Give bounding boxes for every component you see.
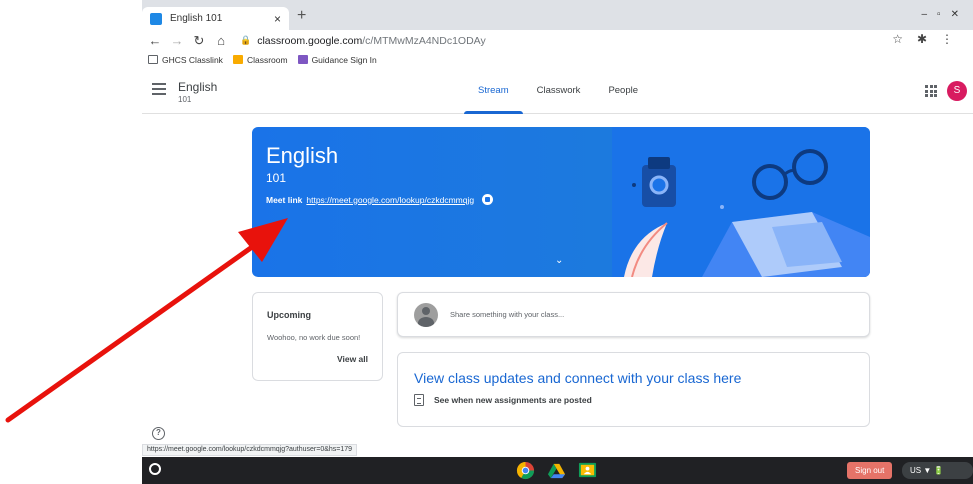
meet-link[interactable]: https://meet.google.com/lookup/czkdcmmqj… — [306, 195, 474, 205]
share-box[interactable]: Share something with your class... — [397, 292, 870, 337]
menu-icon[interactable] — [152, 83, 166, 95]
classroom-header: English 101 Stream Classwork People S — [142, 68, 973, 114]
forward-icon[interactable]: → — [168, 33, 186, 48]
meet-label: Meet link — [266, 194, 303, 205]
home-icon[interactable]: ⌂ — [212, 33, 230, 48]
bookmark-label: Guidance Sign In — [311, 54, 377, 65]
new-tab-icon[interactable]: + — [297, 7, 306, 25]
sign-out-button[interactable]: Sign out — [847, 462, 893, 479]
chevron-down-icon[interactable]: ⌄ — [555, 255, 563, 266]
bookmark-label: Classroom — [246, 54, 288, 65]
reload-icon[interactable]: ↻ — [190, 33, 208, 49]
video-call-icon[interactable] — [482, 194, 494, 205]
banner-subtitle: 101 — [266, 171, 287, 185]
address-bar[interactable]: 🔒 classroom.google.com /c/MTMwMzA4NDc1OD… — [240, 32, 486, 50]
close-tab-icon[interactable]: × — [274, 12, 281, 26]
bookmark-guidance[interactable]: Guidance Sign In — [297, 54, 377, 65]
bookmarks-bar: GHCS Classlink Classroom Guidance Sign I… — [142, 51, 973, 68]
course-banner: English 101 Meet link https://meet.googl… — [252, 127, 870, 277]
lock-icon: 🔒 — [240, 35, 252, 45]
browser-tab[interactable]: English 101 × — [142, 7, 289, 30]
chromeos-shelf: Sign out US ▼ 🔋 10:25 — [142, 457, 973, 484]
shelf-apps — [516, 461, 597, 480]
upcoming-body: Woohoo, no work due soon! — [267, 333, 361, 342]
link-status-bar: https://meet.google.com/lookup/czkdcmmqj… — [142, 444, 358, 456]
bookmark-ghcs-classlink[interactable]: GHCS Classlink — [148, 55, 223, 65]
updates-item: See when new assignments are posted — [414, 394, 592, 406]
class-updates-card: View class updates and connect with your… — [397, 352, 870, 427]
drive-icon[interactable] — [547, 461, 566, 480]
upcoming-title: Upcoming — [267, 310, 311, 320]
bookmark-label: GHCS Classlink — [162, 54, 223, 65]
browser-chrome: English 101 × + –▫✕ ← → ↻ ⌂ 🔒 classroom.… — [142, 0, 973, 68]
url-host: classroom.google.com — [257, 34, 363, 47]
back-icon[interactable]: ← — [146, 33, 164, 48]
course-title[interactable]: English — [178, 80, 217, 94]
launcher-icon[interactable] — [149, 463, 161, 475]
tab-title: English 101 — [170, 13, 223, 24]
window-controls[interactable]: –▫✕ — [922, 9, 970, 20]
banner-illustration — [612, 127, 870, 277]
url-path: /c/MTMwMzA4NDc1ODAy — [362, 34, 486, 47]
toolbar-right-icons[interactable]: ☆✱⋮ — [892, 32, 967, 46]
updates-item-label: See when new assignments are posted — [434, 395, 592, 405]
bookmark-classroom[interactable]: Classroom — [232, 54, 288, 65]
system-tray[interactable]: US ▼ 🔋 10:25 — [902, 462, 973, 484]
classroom-favicon-icon — [150, 12, 162, 25]
course-nav-tabs: Stream Classwork People — [464, 68, 652, 114]
folder-icon — [148, 55, 158, 64]
tab-people[interactable]: People — [594, 68, 652, 114]
browser-toolbar: ← → ↻ ⌂ 🔒 classroom.google.com /c/MTMwMz… — [142, 30, 973, 51]
tab-stream[interactable]: Stream — [464, 68, 523, 114]
meet-link-row: Meet link https://meet.google.com/lookup… — [266, 194, 494, 205]
updates-title: View class updates and connect with your… — [414, 370, 742, 386]
forms-icon — [297, 55, 308, 64]
help-icon[interactable]: ? — [152, 427, 165, 440]
classroom-icon — [232, 55, 243, 64]
tab-strip: English 101 × + –▫✕ — [142, 0, 973, 30]
share-placeholder: Share something with your class... — [450, 310, 565, 319]
classroom-app-icon[interactable] — [578, 461, 597, 480]
course-section: 101 — [178, 95, 192, 104]
view-all-link[interactable]: View all — [337, 354, 368, 364]
tab-classwork[interactable]: Classwork — [523, 68, 595, 114]
user-avatar-icon — [414, 302, 438, 327]
upcoming-card: Upcoming Woohoo, no work due soon! View … — [252, 292, 383, 381]
assignment-icon — [414, 394, 424, 406]
chrome-icon[interactable] — [516, 461, 535, 480]
account-avatar[interactable]: S — [947, 81, 967, 101]
banner-title: English — [266, 143, 339, 168]
apps-grid-icon[interactable] — [925, 85, 937, 97]
